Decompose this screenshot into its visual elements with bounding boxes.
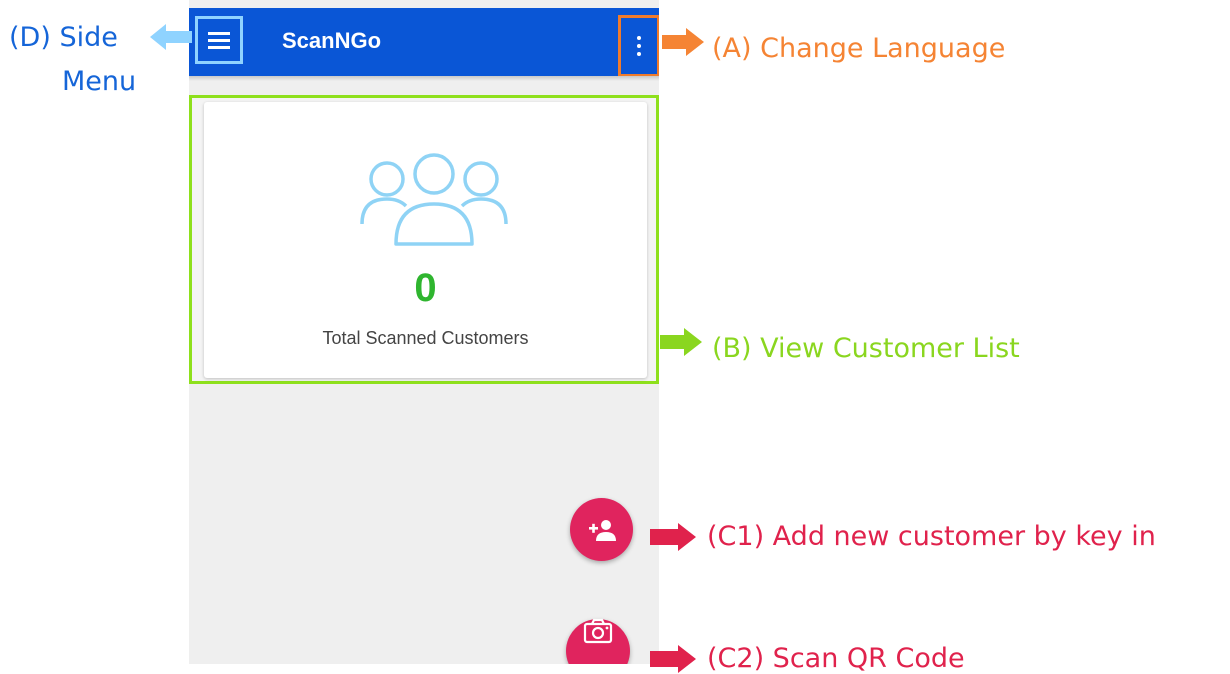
vertical-dots-icon	[637, 36, 641, 40]
add-customer-arrow	[650, 523, 696, 551]
camera-icon	[583, 618, 613, 644]
side-menu-annotation-line2: Menu	[62, 66, 137, 97]
app-bar: ScanNGo	[189, 8, 659, 77]
scanned-customer-count: 0	[414, 266, 437, 310]
add-customer-annotation: (C1) Add new customer by key in	[707, 521, 1156, 552]
customer-list-arrow	[660, 328, 702, 356]
app-title: ScanNGo	[282, 28, 382, 53]
overflow-menu-button[interactable]	[618, 15, 659, 77]
side-menu-arrow	[150, 24, 192, 50]
add-person-icon	[588, 519, 616, 541]
scan-qr-button[interactable]	[566, 618, 630, 664]
hamburger-menu-icon	[208, 28, 230, 53]
customer-count-card[interactable]: 0 Total Scanned Customers	[204, 102, 647, 378]
change-language-annotation: (A) Change Language	[712, 33, 1006, 64]
phone-screen: ScanNGo 0 Total Scanned Customers	[189, 0, 659, 664]
scanned-customer-label: Total Scanned Customers	[322, 328, 529, 348]
add-customer-button[interactable]	[570, 498, 633, 561]
scan-qr-arrow	[650, 645, 696, 673]
side-menu-annotation: (D) Side	[9, 22, 118, 53]
people-group-icon	[360, 153, 508, 246]
change-language-arrow	[662, 28, 704, 56]
scan-qr-annotation: (C2) Scan QR Code	[707, 643, 965, 674]
side-menu-button[interactable]	[195, 16, 243, 64]
view-customer-list-annotation: (B) View Customer List	[712, 333, 1020, 364]
